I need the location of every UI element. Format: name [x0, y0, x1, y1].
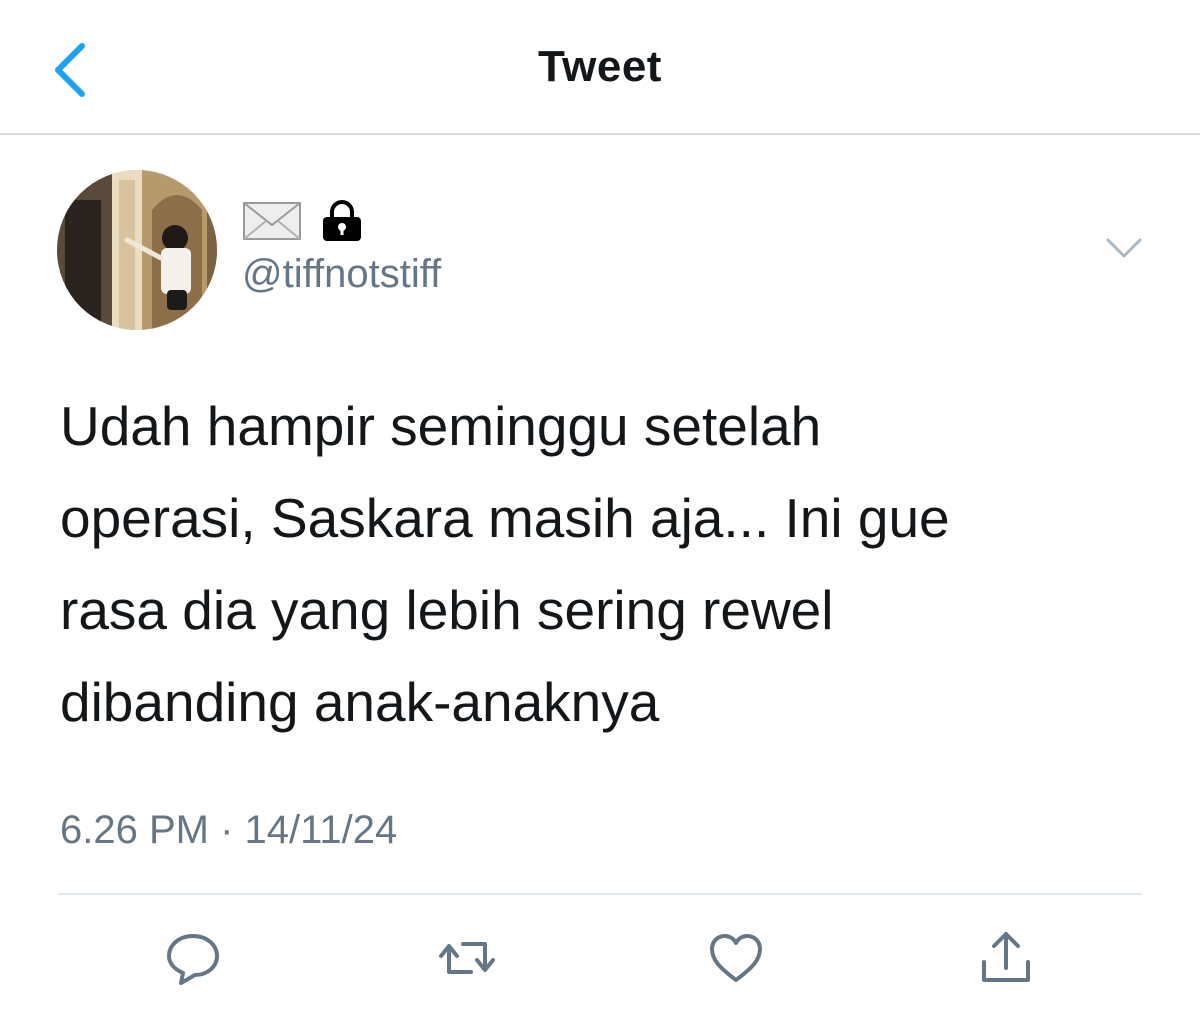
- lock-icon: [323, 200, 361, 241]
- divider: [58, 893, 1142, 895]
- tweet-text-line: operasi, Saskara masih aja... Ini gue: [60, 487, 950, 549]
- more-options-button[interactable]: [1104, 232, 1144, 262]
- reply-button[interactable]: [163, 928, 223, 988]
- tweet-text: Udah hampir seminggu setelah operasi, Sa…: [60, 380, 1140, 748]
- retweet-icon: [439, 942, 495, 974]
- avatar-image: [57, 170, 217, 330]
- envelope-icon: [243, 202, 301, 240]
- chevron-down-icon: [1106, 238, 1142, 258]
- tweet-text-line: dibanding anak-anaknya: [60, 671, 660, 733]
- page-title: Tweet: [538, 42, 662, 91]
- tweet-timestamp: 6.26 PM · 14/11/24: [60, 808, 398, 852]
- retweet-button[interactable]: [437, 928, 497, 988]
- tweet-text-line: Udah hampir seminggu setelah: [60, 395, 822, 457]
- share-icon: [982, 932, 1030, 982]
- reply-icon: [167, 934, 219, 985]
- avatar[interactable]: [57, 170, 217, 330]
- share-button[interactable]: [976, 928, 1036, 988]
- like-button[interactable]: [706, 928, 766, 988]
- tweet-text-line: rasa dia yang lebih sering rewel: [60, 579, 834, 641]
- user-handle[interactable]: @tiffnotstiff: [242, 252, 441, 297]
- like-icon: [710, 934, 762, 982]
- display-name-row: [242, 198, 364, 244]
- top-bar: Tweet: [0, 0, 1200, 135]
